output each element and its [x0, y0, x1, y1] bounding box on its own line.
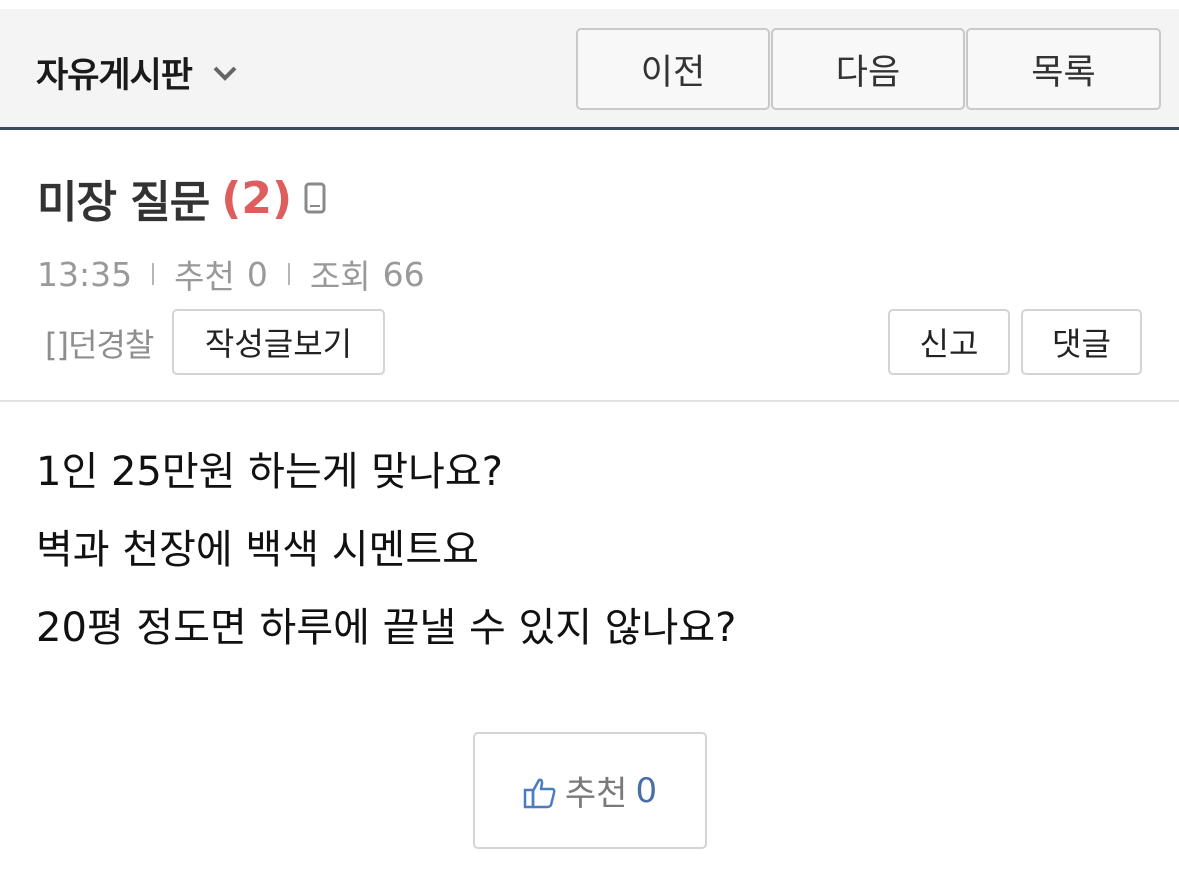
next-button[interactable]: 다음 [771, 28, 965, 110]
thumbs-up-icon [523, 776, 557, 810]
meta-divider [152, 263, 155, 285]
recommend-box-count: 0 [635, 770, 658, 811]
recommend-button[interactable]: 추천 0 [473, 732, 707, 849]
author-name[interactable]: []던경찰 [45, 320, 154, 366]
board-selector[interactable]: 자유게시판 [36, 47, 238, 98]
body-line: 20평 정도면 하루에 끝낼 수 있지 않나요? [36, 605, 737, 651]
board-name: 자유게시판 [36, 56, 193, 96]
report-button[interactable]: 신고 [888, 309, 1010, 375]
post-body: 1인 25만원 하는게 맞나요? 벽과 천장에 백색 시멘트요 20평 정도면 … [36, 444, 736, 678]
post-meta: 13:35 추천 0 조회 66 [37, 250, 425, 298]
views-count: 66 [382, 254, 425, 294]
recommend-count: 0 [246, 254, 268, 294]
body-line: 1인 25만원 하는게 맞나요? [36, 449, 503, 495]
post-title-row: 미장 질문 (2) [37, 166, 326, 230]
divider [0, 400, 1179, 402]
body-line: 벽과 천장에 백색 시멘트요 [36, 527, 479, 573]
view-author-posts-button[interactable]: 작성글보기 [172, 309, 385, 375]
chevron-down-icon [212, 64, 238, 82]
recommend-box-label: 추천 [564, 774, 628, 814]
views-label: 조회 [309, 257, 371, 296]
prev-button[interactable]: 이전 [576, 28, 770, 110]
post-title: 미장 질문 [37, 177, 210, 228]
mobile-phone-icon [304, 180, 326, 216]
post-time: 13:35 [37, 254, 133, 294]
recommend-label: 추천 [174, 257, 235, 296]
board-header: 자유게시판 이전 다음 목록 [0, 9, 1179, 130]
list-button[interactable]: 목록 [966, 28, 1161, 110]
comment-count[interactable]: (2) [221, 173, 292, 224]
meta-divider [287, 263, 290, 285]
comment-button[interactable]: 댓글 [1021, 309, 1142, 375]
